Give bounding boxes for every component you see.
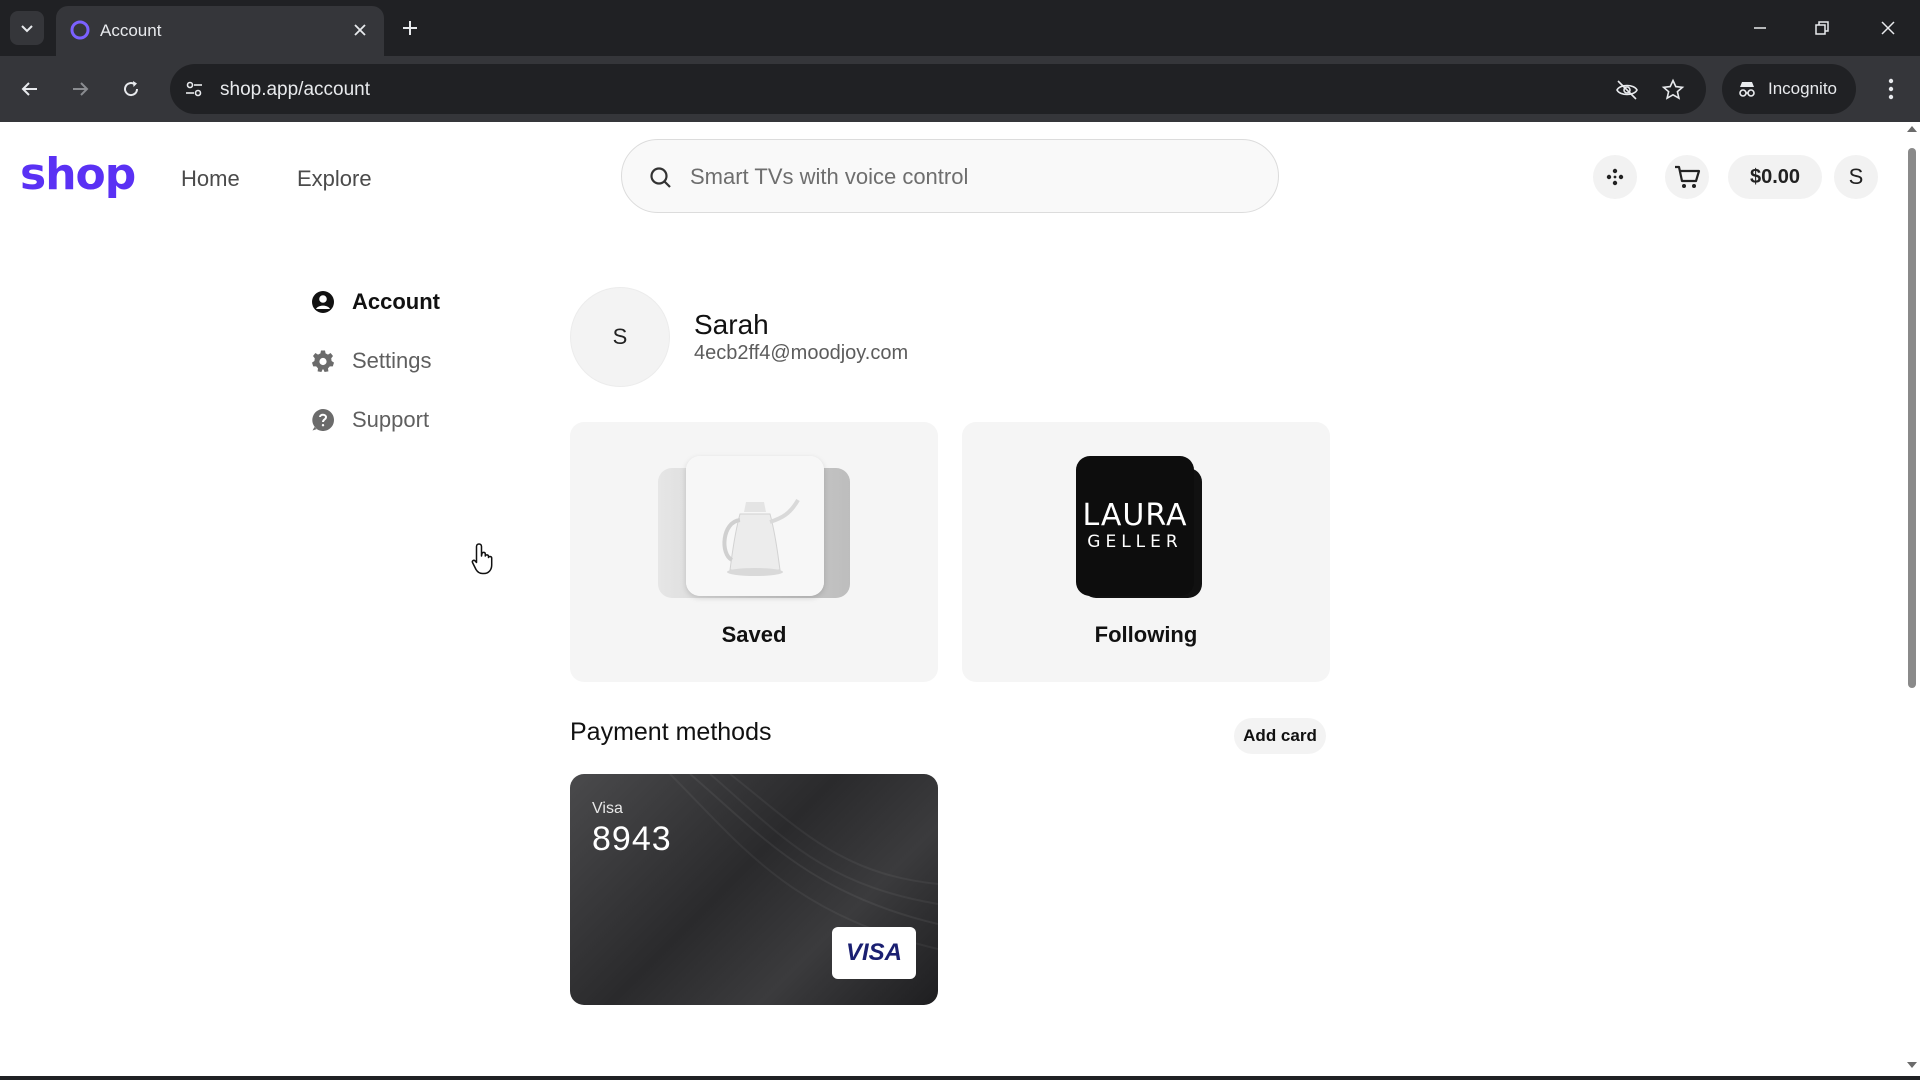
visa-card[interactable]: Visa 8943 VISA <box>570 774 938 1005</box>
sidebar-item-label: Support <box>352 407 430 432</box>
tune-icon <box>186 81 202 97</box>
user-avatar-button[interactable]: S <box>1834 155 1878 199</box>
star-icon <box>1661 78 1685 100</box>
close-icon <box>354 24 366 36</box>
sidebar-item-settings[interactable]: Settings <box>310 341 432 381</box>
hand-cursor-icon <box>471 543 493 575</box>
url-text[interactable]: shop.app/account <box>220 79 370 101</box>
search-input[interactable] <box>690 160 1250 194</box>
sidebar-item-label: Settings <box>352 348 432 373</box>
shop-logo[interactable]: shop <box>20 149 136 200</box>
plus-icon <box>403 21 417 35</box>
sidebar-item-account[interactable]: Account <box>310 282 440 322</box>
new-tab-button[interactable] <box>396 14 424 42</box>
laura-geller-logo: LAURA GELLER <box>1076 456 1194 596</box>
page-scrollbar[interactable] <box>1904 122 1920 1076</box>
brand-logo-line-1: LAURA <box>1082 498 1188 533</box>
chevron-down-icon <box>21 25 33 33</box>
card-last-four: 8943 <box>592 820 672 858</box>
bookmark-button[interactable] <box>1660 77 1686 103</box>
shop-ai-button[interactable] <box>1593 155 1637 199</box>
forward-button[interactable] <box>63 72 97 106</box>
tab-search-button[interactable] <box>10 11 44 45</box>
profile-name: Sarah <box>694 309 769 340</box>
scroll-up-arrow-icon[interactable] <box>1907 126 1917 132</box>
arrow-right-icon <box>73 82 89 96</box>
browser-toolbar: shop.app/account Incognito <box>0 56 1920 122</box>
back-button[interactable] <box>13 72 47 106</box>
window-bottom-border <box>0 1076 1920 1080</box>
restore-icon <box>1815 21 1829 35</box>
sidebar-item-support[interactable]: Support <box>310 400 429 440</box>
window-close-button[interactable] <box>1868 10 1908 46</box>
shop-favicon-icon <box>70 20 90 40</box>
incognito-label: Incognito <box>1768 79 1837 98</box>
tab-title: Account <box>100 21 162 40</box>
following-label: Following <box>1094 622 1198 647</box>
user-circle-icon <box>310 289 336 315</box>
following-tile[interactable]: LAURA GELLER Following <box>962 422 1330 682</box>
nav-home-link[interactable]: Home <box>181 166 240 192</box>
eye-off-icon <box>1616 80 1638 100</box>
card-brand: Visa <box>592 800 623 817</box>
restore-button[interactable] <box>1802 10 1842 46</box>
kettle-product-image <box>686 456 824 596</box>
cart-icon <box>1675 165 1701 188</box>
sidebar-item-label: Account <box>352 289 440 314</box>
browser-tab[interactable]: Account <box>56 6 384 56</box>
more-vert-icon <box>1888 78 1894 100</box>
site-info-button[interactable] <box>182 77 206 101</box>
brand-logo-line-2: GELLER <box>1087 532 1183 552</box>
arrow-left-icon <box>21 82 37 96</box>
tracking-protection-button[interactable] <box>1614 77 1640 103</box>
saved-label: Saved <box>721 622 787 647</box>
gear-icon <box>310 348 336 374</box>
address-bar[interactable]: shop.app/account <box>170 64 1706 114</box>
add-card-button[interactable]: Add card <box>1234 718 1326 754</box>
minimize-icon <box>1754 27 1766 29</box>
scroll-down-arrow-icon[interactable] <box>1907 1062 1917 1068</box>
close-icon <box>1881 21 1895 35</box>
browser-tab-bar: Account <box>0 0 1920 56</box>
page-content: shop Home Explore $0.00 S Account Settin… <box>0 122 1904 1076</box>
scrollbar-thumb[interactable] <box>1908 148 1916 688</box>
help-circle-icon <box>310 407 336 433</box>
search-icon <box>650 167 671 188</box>
profile-avatar: S <box>570 287 670 387</box>
cart-button[interactable] <box>1665 155 1709 199</box>
incognito-icon <box>1739 82 1755 97</box>
browser-menu-button[interactable] <box>1876 74 1906 104</box>
reload-icon <box>124 81 139 97</box>
tab-close-button[interactable] <box>348 18 372 42</box>
nav-explore-link[interactable]: Explore <box>297 166 372 192</box>
visa-logo-badge: VISA <box>832 927 916 979</box>
profile-email: 4ecb2ff4@moodjoy.com <box>694 342 909 364</box>
minimize-button[interactable] <box>1740 10 1780 46</box>
sparkle-icon <box>1606 168 1624 186</box>
cart-total[interactable]: $0.00 <box>1728 155 1822 199</box>
reload-button[interactable] <box>114 72 148 106</box>
search-bar[interactable] <box>621 139 1279 213</box>
incognito-indicator[interactable]: Incognito <box>1722 64 1856 114</box>
saved-tile[interactable]: Saved <box>570 422 938 682</box>
payment-methods-heading: Payment methods <box>570 718 772 746</box>
